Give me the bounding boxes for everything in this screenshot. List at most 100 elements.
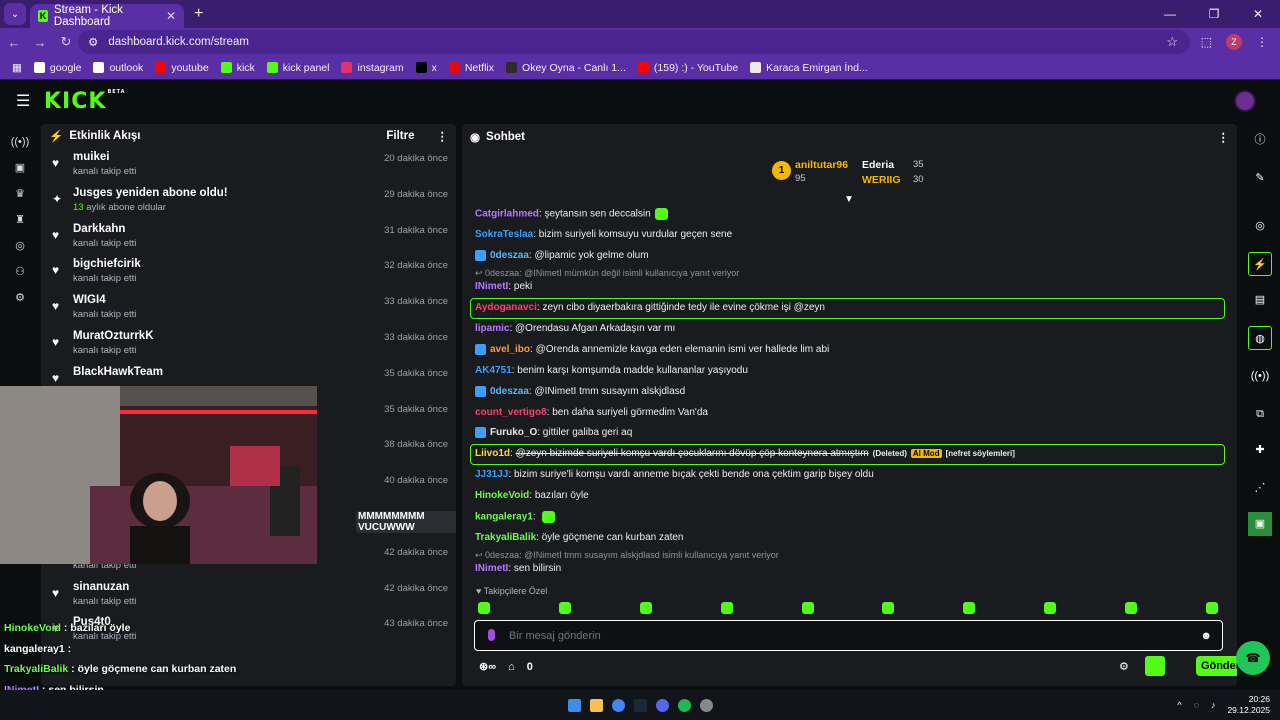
chat-username[interactable]: HinokeVoid — [475, 490, 529, 501]
chat-username[interactable]: 0deszaa — [490, 386, 529, 397]
chat-username[interactable]: INimetI — [475, 563, 508, 574]
reload-button[interactable]: ↻ — [54, 34, 78, 50]
forward-button[interactable]: → — [28, 35, 52, 50]
back-button[interactable]: ← — [2, 35, 26, 50]
user-avatar[interactable] — [1234, 90, 1256, 112]
emote-icon[interactable] — [1044, 602, 1057, 614]
tools-icon[interactable]: ✚ — [1248, 438, 1272, 462]
chat-message[interactable]: 0deszaa: @INimetI tmm susayım alskjdlasd — [475, 386, 685, 397]
bookmark-item[interactable]: (159) :) - YouTube — [632, 62, 744, 74]
filter-button[interactable]: Filtre — [386, 130, 414, 142]
chat-username[interactable]: AK4751 — [475, 365, 512, 376]
hamburger-menu-icon[interactable]: ☰ — [16, 91, 30, 111]
chat-username[interactable]: INimetI — [475, 281, 508, 292]
chat-username[interactable]: Furuko_O — [490, 427, 537, 438]
chat-username[interactable]: Liivo1d — [475, 448, 510, 459]
store-icon[interactable]: ⌂ — [508, 661, 515, 673]
moderation-icon[interactable]: ◎ — [0, 233, 40, 259]
bookmark-item[interactable]: kick — [215, 62, 261, 74]
share-icon[interactable]: ⋰ — [1248, 476, 1272, 500]
bookmark-item[interactable]: Netflix — [443, 62, 500, 74]
chat-username[interactable]: SokraTeslaa — [475, 229, 533, 240]
site-info-icon[interactable]: ⚙ — [88, 35, 98, 49]
tray-chevron-icon[interactable]: ^ — [1177, 700, 1181, 710]
notes-icon[interactable]: ▤ — [1248, 288, 1272, 312]
info-icon[interactable]: ⓘ — [1248, 128, 1272, 152]
chat-message[interactable]: INimetI: sen bilirsin — [475, 563, 561, 574]
emote-icon[interactable] — [1205, 602, 1218, 614]
chat-message[interactable]: lipamic: @Orendasu Afgan Arkadaşın var m… — [475, 323, 675, 334]
start-icon[interactable] — [567, 698, 581, 712]
explorer-icon[interactable] — [589, 698, 603, 712]
chat-username[interactable]: TrakyaliBalik — [475, 532, 536, 543]
chat-message[interactable]: INimetI: peki — [475, 281, 532, 292]
steam-icon[interactable] — [633, 698, 647, 712]
infinity-icon[interactable]: ⊛∞ — [479, 660, 496, 673]
discord-icon[interactable] — [655, 698, 669, 712]
chat-toggle-icon[interactable]: ◍ — [1248, 326, 1272, 350]
chat-message[interactable]: AK4751: benim karşı komşumda madde kulla… — [475, 365, 748, 376]
chat-menu-icon[interactable]: ⋮ — [1218, 130, 1230, 144]
emoji-icon[interactable]: ☻ — [1200, 630, 1212, 642]
chat-message[interactable]: count_vertigo8: ben daha suriyeli görmed… — [475, 407, 708, 418]
bookmark-item[interactable]: Karaca Emirgan İnd... — [744, 62, 874, 74]
scroll-down-icon[interactable]: ▼ — [844, 194, 854, 205]
spotify-icon[interactable] — [677, 698, 691, 712]
bookmark-item[interactable]: instagram — [335, 62, 409, 74]
support-chat-button[interactable]: ☎ — [1236, 641, 1270, 675]
layout-icon[interactable]: ⧉ — [1248, 402, 1272, 426]
emote-icon[interactable] — [478, 602, 490, 614]
users-icon[interactable]: ⚇ — [0, 259, 40, 285]
chat-message[interactable]: JJ31JJ: bizim suriye'li komşu vardı anne… — [475, 469, 874, 480]
bookmark-item[interactable]: Okey Oyna - Canlı 1... — [500, 62, 632, 74]
chat-username[interactable]: count_vertigo8 — [475, 407, 547, 418]
emote-bar[interactable] — [478, 602, 1218, 614]
community-icon[interactable]: ♜ — [0, 207, 40, 233]
chat-message[interactable]: 0deszaa: @lipamic yok gelme olum — [475, 250, 649, 261]
clock[interactable]: 20:26 29.12.2025 — [1227, 694, 1270, 716]
chat-message[interactable]: TrakyaliBalik: öyle göçmene can kurban z… — [475, 532, 683, 543]
network-icon[interactable]: ◌ — [1194, 700, 1199, 710]
emote-icon[interactable] — [558, 602, 571, 614]
chat-message[interactable]: Aydoganavci: zeyn cibo diyaerbakıra gitt… — [475, 302, 825, 313]
emote-icon[interactable] — [1125, 602, 1137, 614]
bookmark-star-icon[interactable]: ☆ — [1166, 34, 1178, 50]
emote-icon[interactable] — [720, 602, 733, 614]
chat-message[interactable]: avel_ibo: @Orenda annemizle kavga eden e… — [475, 344, 829, 355]
bookmark-item[interactable]: kick panel — [261, 62, 336, 74]
chat-message[interactable]: Liivo1d: @zeyn bizimde suriyeli komşu va… — [475, 448, 1015, 459]
emote-icon[interactable] — [801, 602, 814, 614]
bookmark-item[interactable]: google — [28, 62, 88, 74]
browser-tab[interactable]: K Stream - Kick Dashboard ✕ — [30, 4, 184, 28]
chat-username[interactable]: JJ31JJ — [475, 469, 508, 480]
settings-gear-icon[interactable]: ⚙ — [0, 285, 40, 311]
url-bar[interactable]: ⚙ dashboard.kick.com/stream ☆ — [78, 30, 1190, 54]
chat-username[interactable]: Catgirlahmed — [475, 209, 539, 220]
kick-logo[interactable]: KICKBETA — [44, 89, 126, 114]
chat-message[interactable]: SokraTeslaa: bizim suriyeli komsuyu vurd… — [475, 229, 732, 240]
stream-icon[interactable]: ((•)) — [0, 129, 40, 155]
chat-message[interactable]: Catgirlahmed: şeytansın sen deccalsin — [475, 208, 668, 220]
minimize-button[interactable]: — — [1148, 7, 1192, 21]
emote-icon[interactable] — [882, 602, 895, 614]
volume-icon[interactable]: ♪ — [1211, 700, 1216, 710]
trophy-icon[interactable]: ♛ — [0, 181, 40, 207]
camera-icon[interactable]: ◎ — [1248, 214, 1272, 238]
quick-actions-icon[interactable]: ⚡ — [1248, 252, 1272, 276]
gift-icon[interactable]: ▣ — [1248, 512, 1272, 536]
bookmark-item[interactable]: outlook — [87, 62, 149, 74]
profile-avatar[interactable]: Z — [1226, 34, 1242, 50]
microphone-icon[interactable] — [488, 629, 495, 641]
apps-grid-icon[interactable]: ▦ — [6, 62, 28, 74]
window-close-button[interactable]: ✕ — [1236, 7, 1280, 21]
chat-username[interactable]: 0deszaa — [490, 250, 529, 261]
browser-menu-icon[interactable]: ⋮ — [1256, 35, 1268, 49]
emote-icon[interactable] — [639, 602, 652, 614]
new-tab-button[interactable]: + — [194, 5, 203, 23]
chat-input-box[interactable]: ☻ — [474, 620, 1223, 651]
reply-context[interactable]: ↩ 0deszaa: @INimetI tmm susayım alskjdla… — [475, 550, 779, 561]
chat-username[interactable]: kangaleray1 — [475, 512, 533, 523]
bookmark-item[interactable]: x — [410, 62, 443, 74]
send-button[interactable]: Gönder — [1196, 656, 1237, 676]
extensions-icon[interactable]: ⬚ — [1201, 35, 1212, 49]
